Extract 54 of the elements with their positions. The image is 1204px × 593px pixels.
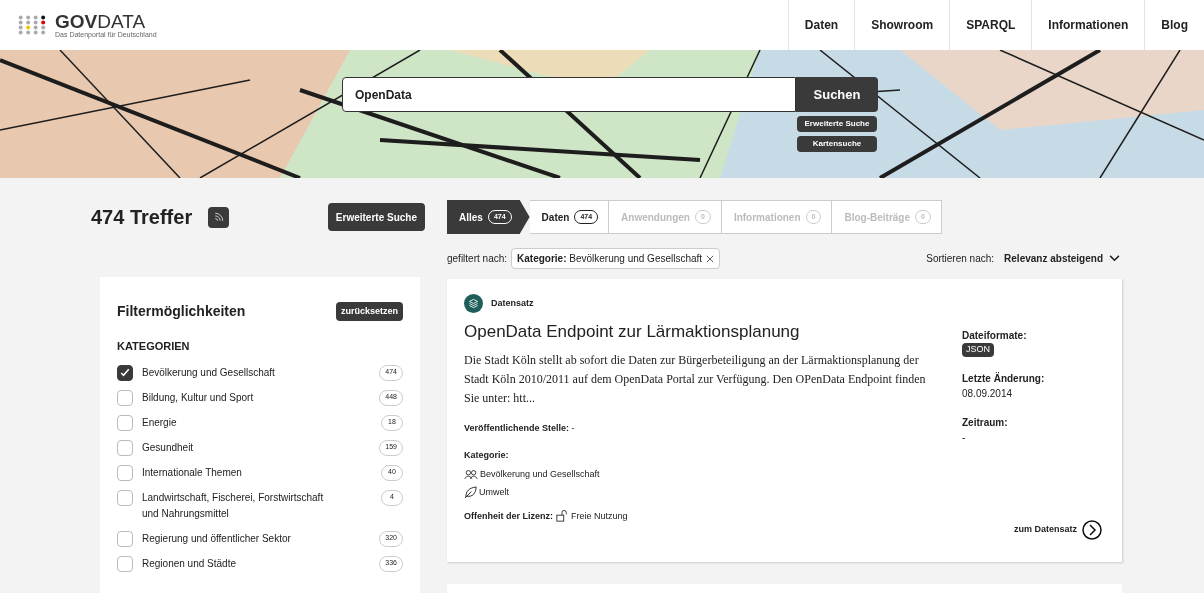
arrow-circle-icon	[1082, 520, 1102, 540]
category-label[interactable]: Energie	[142, 414, 342, 431]
license-label: Offenheit der Lizenz:	[464, 509, 553, 523]
filter-title: Filtermöglichkeiten	[117, 302, 246, 321]
checkbox[interactable]	[117, 530, 133, 547]
formats-label: Dateiformate:	[962, 329, 1028, 343]
dataset-type: Datensatz	[491, 296, 534, 310]
period-value: -	[962, 430, 967, 445]
search-button[interactable]: Suchen	[796, 77, 878, 112]
checkbox[interactable]	[117, 364, 133, 381]
category-label[interactable]: Landwirtschaft, Fischerei, Forstwirtschaft und Nahrungsmittel	[142, 489, 342, 522]
chevron-down-icon	[1109, 255, 1120, 262]
category-label[interactable]: Bevölkerung und Gesellschaft	[142, 364, 342, 381]
rss-icon[interactable]	[208, 206, 230, 228]
category-label[interactable]: Internationale Themen	[142, 464, 342, 481]
dataset-description: Die Stadt Köln stellt ab sofort die Daten zur Bürgerbeteiligung an der Lärmaktionsplanung der Stadt Köln 2010/2011 auf dem OpenData Portal zur Verfügung. Den OPenData Endpoint finden Sie unter: htt...	[464, 351, 927, 407]
checkbox[interactable]	[117, 555, 133, 572]
category-name[interactable]: Umwelt	[479, 486, 509, 500]
checkbox[interactable]	[117, 389, 133, 406]
dataset-link[interactable]: zum Datensatz	[1014, 520, 1102, 540]
publisher: Veröffentlichende Stelle: -	[464, 421, 576, 435]
period-label: Zeitraum:	[962, 415, 1009, 430]
category-label[interactable]: Regionen und Städte	[142, 555, 342, 572]
category-label[interactable]: Regierung und öffentlicher Sektor	[142, 530, 342, 547]
search-field[interactable]: OpenData	[342, 77, 796, 112]
close-icon[interactable]	[706, 254, 715, 263]
unlocked-icon	[556, 510, 568, 523]
filter-chip[interactable]: Kategorie: Bevölkerung und Gesellschaft	[511, 248, 721, 269]
hero-link-button[interactable]: Erweiterte Suche	[797, 116, 877, 132]
category-heading: Kategorie:	[464, 449, 510, 462]
advanced-search-button[interactable]: Erweiterte Suche	[327, 203, 425, 231]
sort-label: Sortieren nach:	[926, 252, 995, 266]
results-count: 474 Treffer	[91, 205, 193, 230]
dataset-title[interactable]: OpenData Endpoint zur Lärmaktionsplanung	[464, 319, 946, 345]
license-value: Freie Nutzung	[571, 509, 628, 523]
people-icon	[464, 468, 478, 480]
reset-button[interactable]: zurücksetzen	[335, 301, 403, 322]
changed-label: Letzte Änderung:	[962, 371, 1046, 386]
section-heading: KATEGORIEN	[117, 339, 191, 354]
changed-date: 08.09.2014	[962, 386, 1014, 401]
hero-link-button[interactable]: Kartensuche	[797, 136, 877, 152]
format-badge: JSON	[962, 343, 994, 357]
dataset-type-icon	[464, 294, 483, 313]
leaf-icon	[464, 486, 477, 500]
checkbox[interactable]	[117, 489, 133, 506]
category-label[interactable]: Gesundheit	[142, 439, 342, 456]
checkbox[interactable]	[117, 439, 133, 456]
category-name[interactable]: Bevölkerung und Gesellschaft	[480, 467, 600, 481]
category-label[interactable]: Bildung, Kultur und Sport	[142, 389, 342, 406]
checkbox[interactable]	[117, 464, 133, 481]
logo-text: GOVDATA	[55, 12, 147, 31]
checkbox[interactable]	[117, 414, 133, 431]
sort-dropdown[interactable]: Relevanz absteigend	[1004, 251, 1120, 266]
filter-prefix: gefiltert nach:	[447, 252, 508, 266]
